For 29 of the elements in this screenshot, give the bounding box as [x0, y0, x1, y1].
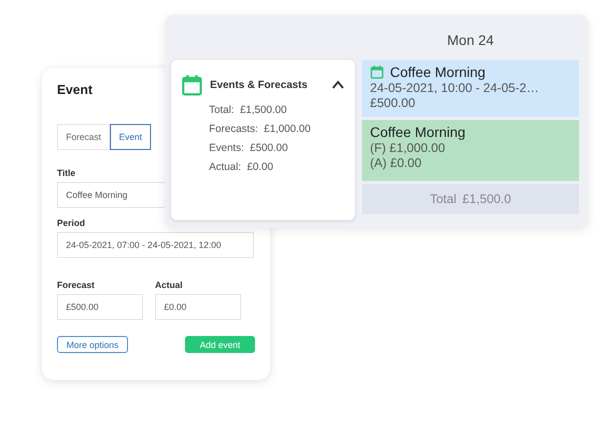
- entry-title: Coffee Morning: [390, 64, 486, 80]
- form-title: Event: [57, 82, 92, 97]
- field-label: Actual: [155, 280, 183, 290]
- field-label: Forecast: [57, 280, 95, 290]
- entry-line: 24-05-2021, 10:00 - 24-05-2…: [370, 81, 540, 95]
- summary-line: Actual: £0.00: [209, 161, 274, 173]
- total-value: £1,500.0: [462, 192, 512, 206]
- text-field[interactable]: 24-05-2021, 07:00 - 24-05-2021, 12:00: [57, 232, 254, 258]
- options-button[interactable]: More options: [57, 336, 128, 353]
- entry-title: Coffee Morning: [370, 124, 466, 140]
- summary-title: Events & Forecasts: [210, 79, 308, 91]
- summary-line: Events: £500.00: [209, 142, 289, 154]
- day-header: Mon 24: [447, 32, 494, 48]
- entry-line: (F) £1,000.00: [370, 141, 446, 155]
- amount-field[interactable]: £0.00: [155, 294, 241, 320]
- calendar-icon: [370, 65, 384, 79]
- event-entry[interactable]: Coffee Morning 24-05-2021, 10:00 - 24-05-2… £500.00: [362, 60, 579, 117]
- field-label: Period: [57, 218, 86, 228]
- calendar-icon: [181, 74, 203, 96]
- mode-tab[interactable]: Forecast: [57, 124, 110, 150]
- field-label: Title: [57, 168, 76, 178]
- summary-line: Forecasts: £1,000.00: [209, 123, 312, 135]
- mode-tab[interactable]: Event: [110, 124, 152, 150]
- entry-line: (A) £0.00: [370, 156, 422, 170]
- amount-field[interactable]: £500.00: [57, 294, 143, 320]
- forecast-entry[interactable]: Coffee Morning (F) £1,000.00 (A) £0.00: [362, 120, 579, 181]
- summary-line: Total: £1,500.00: [209, 104, 288, 116]
- entry-line: £500.00: [370, 96, 416, 110]
- total-label: Total: [430, 192, 456, 206]
